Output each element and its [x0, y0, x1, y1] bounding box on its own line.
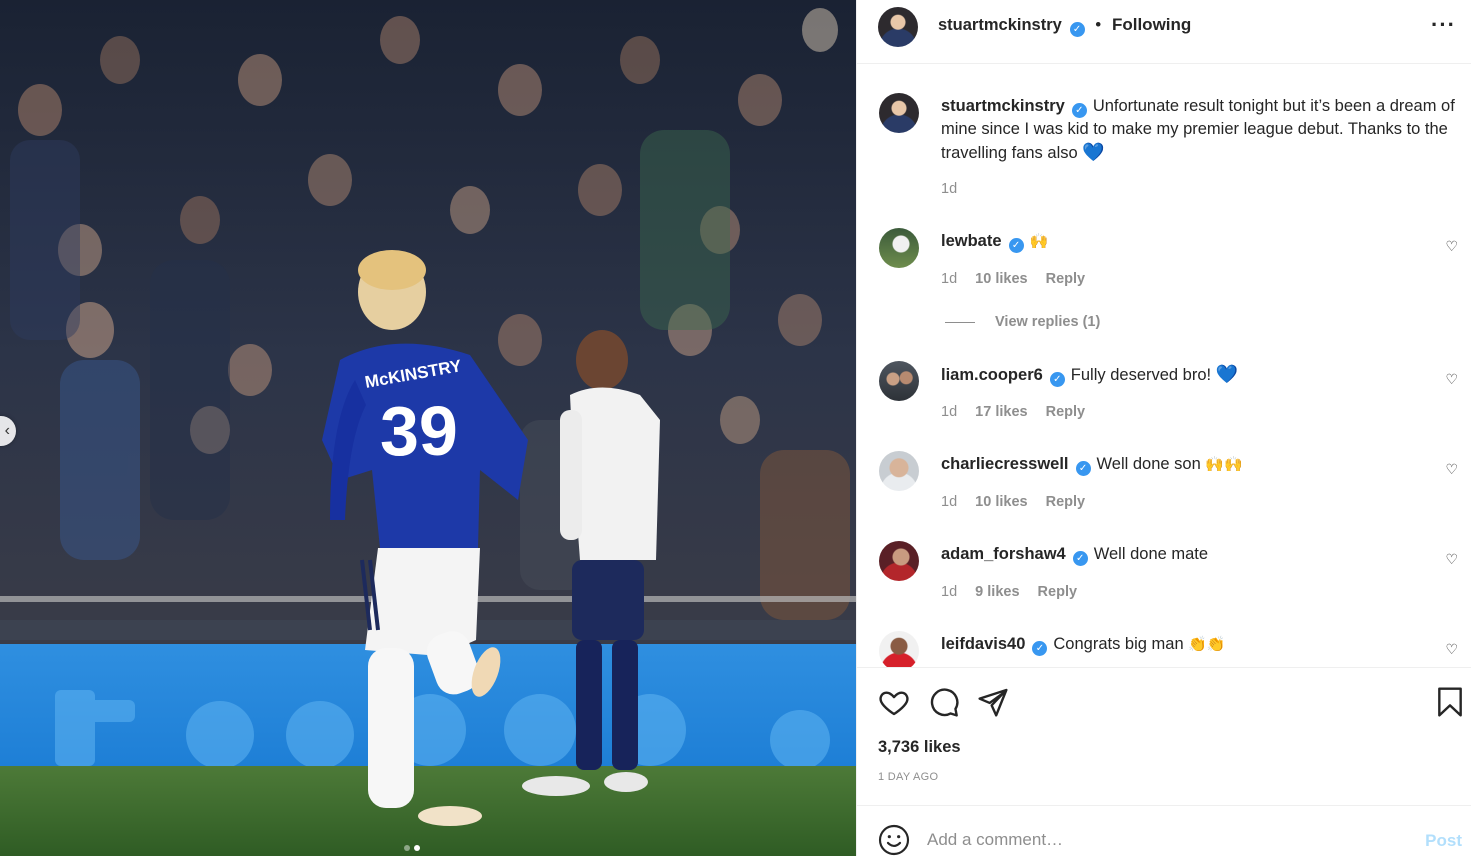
post-photo[interactable]: McKINSTRY 39 ‹ [0, 0, 856, 856]
caption-time[interactable]: 1d [941, 181, 957, 197]
comment-text: Well done mate [1093, 545, 1209, 563]
comment-likes[interactable]: 9 likes [975, 584, 1019, 600]
bookmark-save-icon[interactable] [1434, 686, 1466, 718]
verified-badge-icon: ✓ [1008, 238, 1024, 253]
like-heart-icon[interactable] [878, 686, 910, 718]
caption-emoji: 💙 [1082, 142, 1105, 162]
post-side-panel: stuartmckinstry ✓ • Following ··· stuart… [856, 0, 1471, 856]
author-username[interactable]: stuartmckinstry [938, 16, 1062, 34]
post-author: stuartmckinstry ✓ • Following [938, 15, 1191, 37]
comment-time[interactable]: 1d [941, 404, 957, 420]
comment-username[interactable]: leifdavis40 [941, 635, 1025, 653]
verified-badge-icon: ✓ [1075, 461, 1091, 476]
verified-badge-icon: ✓ [1071, 103, 1087, 118]
comment-emoji: 👏👏 [1188, 636, 1226, 653]
comment-like-heart-icon[interactable]: ♡ [1445, 371, 1458, 388]
view-replies-label: View replies (1) [995, 314, 1101, 330]
post-header: stuartmckinstry ✓ • Following ··· [857, 0, 1471, 64]
comment-input[interactable] [927, 818, 1407, 856]
divider [945, 321, 975, 323]
carousel-indicator [404, 845, 420, 851]
view-replies-button[interactable]: View replies (1) [945, 314, 1100, 330]
comment-bubble-icon[interactable] [928, 686, 960, 718]
comment-text: Congrats big man [1053, 635, 1184, 653]
header-separator: • [1095, 15, 1102, 34]
comment-username[interactable]: liam.cooper6 [941, 366, 1043, 384]
avatar[interactable] [878, 7, 918, 47]
comment-like-heart-icon[interactable]: ♡ [1445, 461, 1458, 478]
comment-emoji: 💙 [1215, 364, 1239, 384]
comment-likes[interactable]: 10 likes [975, 271, 1027, 287]
comments-list[interactable]: stuartmckinstry ✓ Unfortunate result tonig… [857, 65, 1471, 667]
comment-time[interactable]: 1d [941, 271, 957, 287]
more-dots-icon[interactable]: ··· [1431, 12, 1456, 38]
comment-text: Fully deserved bro! [1070, 366, 1212, 384]
carousel-dot [404, 845, 410, 851]
caption-username[interactable]: stuartmckinstry [941, 97, 1065, 115]
avatar[interactable] [879, 631, 919, 667]
comment-likes[interactable]: 17 likes [975, 404, 1027, 420]
avatar[interactable] [879, 451, 919, 491]
like-count[interactable]: 3,736 likes [878, 738, 961, 757]
comment-like-heart-icon[interactable]: ♡ [1445, 641, 1458, 658]
football-photo: McKINSTRY 39 [0, 0, 856, 856]
chevron-left-icon: ‹ [4, 422, 10, 439]
post-timestamp[interactable]: 1 DAY AGO [878, 771, 938, 783]
comment-username[interactable]: adam_forshaw4 [941, 545, 1066, 563]
reply-button[interactable]: Reply [1046, 271, 1086, 287]
reply-button[interactable]: Reply [1046, 404, 1086, 420]
post-actions: 3,736 likes 1 DAY AGO [857, 667, 1471, 804]
comment-time[interactable]: 1d [941, 494, 957, 510]
comment-text: Well done son [1096, 455, 1201, 473]
comment-emoji: 🙌🙌 [1205, 456, 1243, 473]
verified-badge-icon: ✓ [1072, 551, 1088, 566]
reply-button[interactable]: Reply [1046, 494, 1086, 510]
comment-time[interactable]: 1d [941, 584, 957, 600]
reply-button[interactable]: Reply [1038, 584, 1078, 600]
share-send-icon[interactable] [977, 686, 1009, 718]
comment-emoji: 🙌 [1029, 233, 1049, 250]
comment-likes[interactable]: 10 likes [975, 494, 1027, 510]
avatar[interactable] [879, 361, 919, 401]
carousel-dot-active [414, 845, 420, 851]
verified-badge-icon: ✓ [1049, 372, 1065, 387]
emoji-smiley-icon[interactable] [878, 824, 910, 856]
verified-badge-icon: ✓ [1032, 641, 1048, 656]
avatar[interactable] [879, 93, 919, 133]
add-comment-bar: Post [857, 805, 1471, 856]
comment-like-heart-icon[interactable]: ♡ [1445, 551, 1458, 568]
comment-like-heart-icon[interactable]: ♡ [1445, 238, 1458, 255]
verified-badge-icon: ✓ [1069, 22, 1085, 37]
post-comment-button[interactable]: Post [1425, 831, 1462, 851]
avatar[interactable] [879, 541, 919, 581]
avatar[interactable] [879, 228, 919, 268]
comment-username[interactable]: charliecresswell [941, 455, 1069, 473]
jersey-number: 39 [380, 392, 458, 470]
following-button[interactable]: Following [1112, 15, 1191, 34]
comment-username[interactable]: lewbate [941, 232, 1002, 250]
